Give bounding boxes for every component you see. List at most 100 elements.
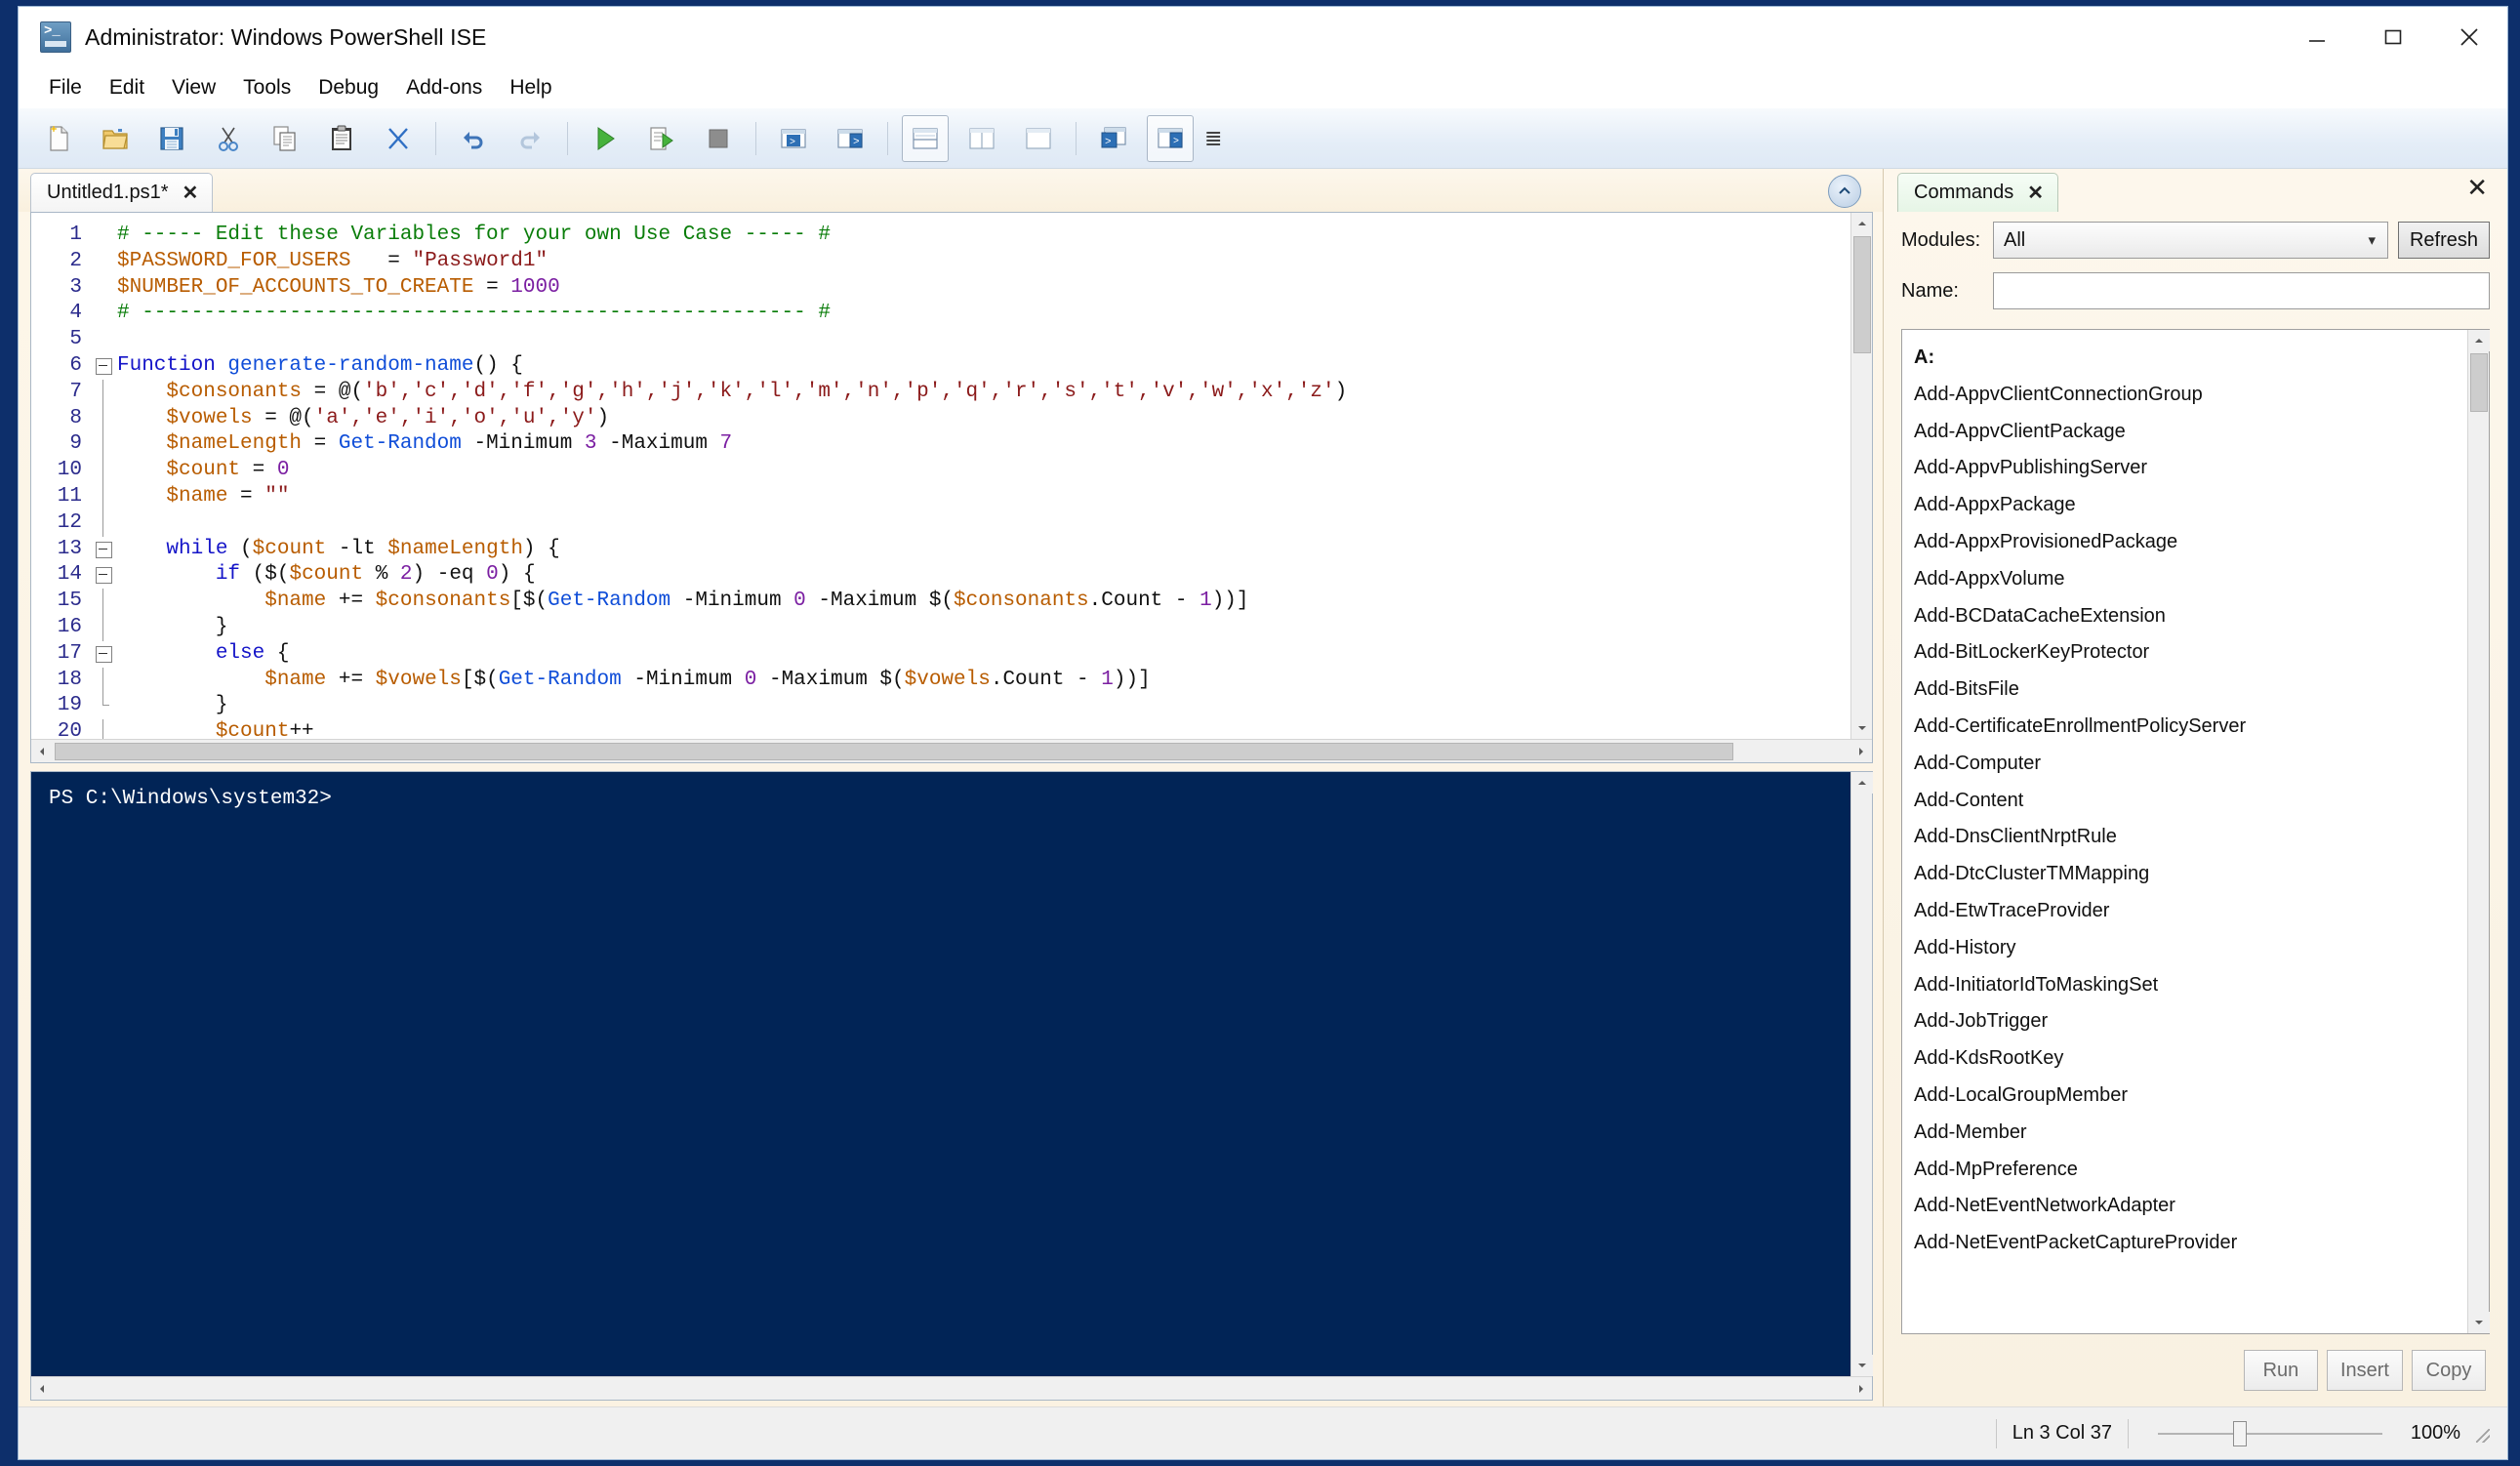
- editor-horizontal-scrollbar[interactable]: [31, 739, 1872, 762]
- list-item[interactable]: Add-BitLockerKeyProtector: [1914, 634, 2467, 672]
- show-command-addon-icon[interactable]: >: [1090, 115, 1137, 162]
- menu-file[interactable]: File: [36, 72, 95, 103]
- list-item[interactable]: Add-DnsClientNrptRule: [1914, 819, 2467, 856]
- layout-top-horizontal-icon[interactable]: [902, 114, 949, 162]
- console-prompt[interactable]: PS C:\Windows\system32>: [31, 772, 1850, 1376]
- paste-clipboard-icon[interactable]: [318, 115, 365, 162]
- copy-button[interactable]: Copy: [2412, 1350, 2486, 1391]
- new-script-icon[interactable]: [35, 115, 82, 162]
- open-folder-icon[interactable]: [92, 115, 139, 162]
- run-script-icon[interactable]: [582, 115, 629, 162]
- fold-toggle-icon[interactable]: [92, 562, 117, 589]
- stop-icon[interactable]: [695, 115, 742, 162]
- fold-toggle-icon[interactable]: [92, 641, 117, 668]
- list-item[interactable]: Add-NetEventNetworkAdapter: [1914, 1188, 2467, 1225]
- commands-pane-close-icon[interactable]: ✕: [2466, 175, 2488, 200]
- toolbar-overflow-icon[interactable]: ≣: [1204, 127, 1222, 149]
- redo-icon[interactable]: [507, 115, 553, 162]
- list-item[interactable]: Add-KdsRootKey: [1914, 1040, 2467, 1078]
- list-item[interactable]: Add-Member: [1914, 1115, 2467, 1152]
- cut-scissors-icon[interactable]: [205, 115, 252, 162]
- tab-commands[interactable]: Commands ✕: [1897, 173, 2059, 212]
- list-item[interactable]: Add-LocalGroupMember: [1914, 1078, 2467, 1115]
- commands-list[interactable]: A: Add-AppvClientConnectionGroup Add-AppvC…: [1902, 330, 2467, 1333]
- script-tab-close-icon[interactable]: ✕: [183, 181, 199, 205]
- copy-icon[interactable]: [262, 115, 308, 162]
- fold-toggle-icon[interactable]: [92, 537, 117, 563]
- commands-tab-close-icon[interactable]: ✕: [2027, 181, 2044, 205]
- new-remote-tab-icon[interactable]: >: [770, 115, 817, 162]
- modules-select[interactable]: All ▾: [1993, 222, 2388, 259]
- list-item[interactable]: Add-InitiatorIdToMaskingSet: [1914, 967, 2467, 1004]
- menu-debug[interactable]: Debug: [305, 72, 391, 103]
- console-vertical-scrollbar[interactable]: [1850, 772, 1873, 1376]
- run-button[interactable]: Run: [2243, 1350, 2318, 1391]
- name-search-input[interactable]: [1993, 272, 2490, 309]
- maximize-button[interactable]: [2355, 7, 2431, 67]
- list-item[interactable]: Add-AppvClientConnectionGroup: [1914, 377, 2467, 414]
- menu-tools[interactable]: Tools: [230, 72, 304, 103]
- commands-scroll-down-arrow-icon[interactable]: [2467, 1312, 2490, 1333]
- menu-edit[interactable]: Edit: [97, 72, 157, 103]
- minimize-button[interactable]: [2279, 7, 2355, 67]
- list-item[interactable]: Add-EtwTraceProvider: [1914, 893, 2467, 930]
- list-item[interactable]: Add-MpPreference: [1914, 1152, 2467, 1189]
- close-button[interactable]: [2431, 7, 2507, 67]
- menu-help[interactable]: Help: [497, 72, 564, 103]
- show-commands-pane-icon[interactable]: >: [1147, 114, 1194, 162]
- list-item[interactable]: Add-AppxPackage: [1914, 487, 2467, 524]
- clear-console-icon[interactable]: [375, 115, 422, 162]
- commands-scroll-up-arrow-icon[interactable]: [2467, 330, 2490, 351]
- editor-hscroll-thumb[interactable]: [55, 743, 1733, 760]
- console-scroll-right-arrow-icon[interactable]: [1850, 1377, 1872, 1400]
- list-item[interactable]: Add-DtcClusterTMMapping: [1914, 856, 2467, 893]
- console-body: PS C:\Windows\system32>: [31, 772, 1873, 1376]
- commands-list-scrollbar[interactable]: [2467, 330, 2490, 1333]
- console-scroll-up-arrow-icon[interactable]: [1851, 772, 1873, 794]
- list-item[interactable]: Add-BCDataCacheExtension: [1914, 598, 2467, 635]
- console-horizontal-scrollbar[interactable]: [31, 1376, 1872, 1400]
- scroll-down-arrow-icon[interactable]: [1850, 717, 1872, 739]
- list-item[interactable]: Add-BitsFile: [1914, 672, 2467, 709]
- list-item[interactable]: Add-AppvClientPackage: [1914, 414, 2467, 451]
- list-item[interactable]: Add-Content: [1914, 783, 2467, 820]
- editor-vertical-scrollbar[interactable]: [1850, 213, 1872, 739]
- list-item[interactable]: Add-AppvPublishingServer: [1914, 450, 2467, 487]
- menu-view[interactable]: View: [159, 72, 228, 103]
- list-item[interactable]: Add-JobTrigger: [1914, 1003, 2467, 1040]
- list-item[interactable]: Add-AppxProvisionedPackage: [1914, 524, 2467, 561]
- script-tab-untitled1[interactable]: Untitled1.ps1* ✕: [30, 173, 214, 212]
- console-scroll-left-arrow-icon[interactable]: [31, 1377, 53, 1400]
- list-item[interactable]: Add-CertificateEnrollmentPolicyServer: [1914, 709, 2467, 746]
- save-icon[interactable]: [148, 115, 195, 162]
- run-selection-icon[interactable]: [638, 115, 685, 162]
- modules-row: Modules: All ▾ Refresh: [1901, 222, 2490, 259]
- list-item[interactable]: Add-NetEventPacketCaptureProvider: [1914, 1225, 2467, 1262]
- scroll-right-arrow-icon[interactable]: [1850, 740, 1872, 762]
- fold-toggle-icon[interactable]: [92, 353, 117, 380]
- zoom-slider-thumb[interactable]: [2232, 1420, 2247, 1446]
- list-item[interactable]: Add-Computer: [1914, 746, 2467, 783]
- undo-icon[interactable]: [450, 115, 497, 162]
- console-scroll-down-arrow-icon[interactable]: [1851, 1355, 1873, 1376]
- scroll-left-arrow-icon[interactable]: [31, 740, 53, 762]
- script-editor: 1 # ----- Edit these Variables for your o…: [30, 212, 1873, 763]
- zoom-slider[interactable]: [2158, 1420, 2382, 1446]
- start-powershell-icon[interactable]: >: [827, 115, 874, 162]
- layout-maximized-icon[interactable]: [1015, 115, 1062, 162]
- refresh-button[interactable]: Refresh: [2397, 222, 2490, 259]
- list-item[interactable]: Add-AppxVolume: [1914, 561, 2467, 598]
- list-item[interactable]: Add-History: [1914, 930, 2467, 967]
- scroll-up-arrow-icon[interactable]: [1850, 213, 1872, 234]
- menu-add-ons[interactable]: Add-ons: [393, 72, 495, 103]
- commands-tab-label: Commands: [1914, 182, 2014, 203]
- code-text-area[interactable]: 1 # ----- Edit these Variables for your o…: [31, 213, 1850, 739]
- editor-vscroll-thumb[interactable]: [1853, 236, 1871, 353]
- chevron-up-icon[interactable]: [1828, 175, 1861, 208]
- layout-right-vertical-icon[interactable]: [958, 115, 1005, 162]
- code-line: 11 $name = "": [31, 483, 1850, 510]
- commands-scroll-thumb[interactable]: [2470, 353, 2488, 412]
- insert-button[interactable]: Insert: [2326, 1350, 2403, 1391]
- resize-grip-icon[interactable]: [2470, 1423, 2492, 1445]
